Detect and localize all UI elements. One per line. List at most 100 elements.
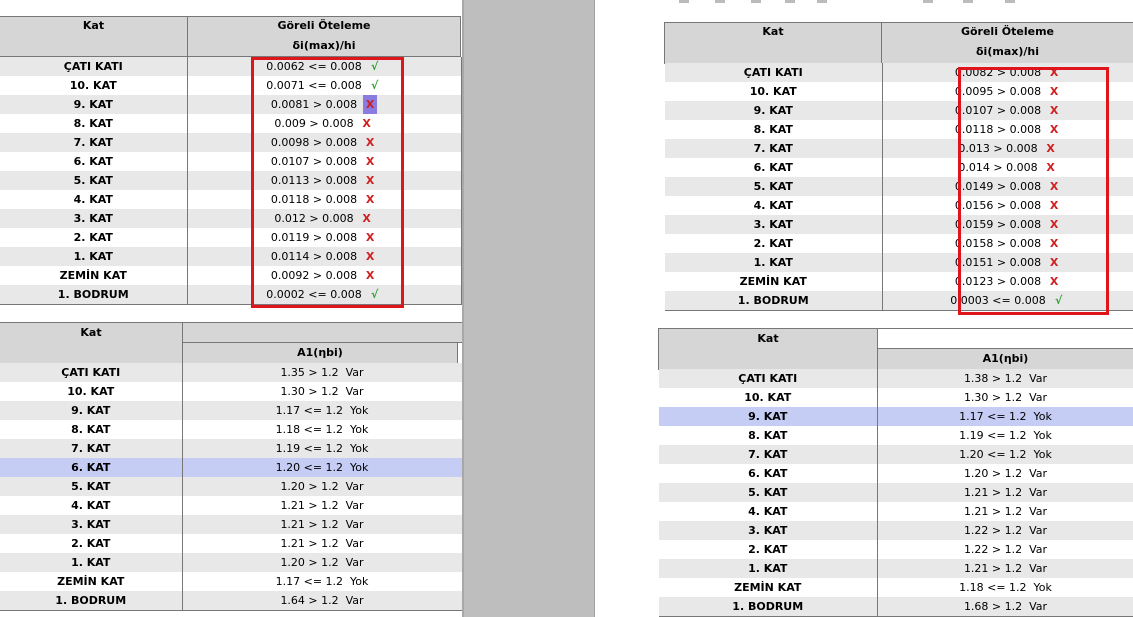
table-row[interactable]: 8. KAT 0.009 > 0.008 X bbox=[0, 114, 462, 133]
table-row[interactable]: 1. BODRUM 0.0002 <= 0.008 √ bbox=[0, 285, 462, 305]
table-row[interactable]: 1. KAT 1.21 > 1.2 Var bbox=[659, 559, 1133, 578]
table-row[interactable]: 5. KAT 0.0149 > 0.008 X bbox=[665, 177, 1133, 196]
table-row[interactable]: 3. KAT 1.21 > 1.2 Var bbox=[0, 515, 462, 534]
table-row[interactable]: ÇATI KATI 1.38 > 1.2 Var bbox=[659, 369, 1133, 388]
table-row[interactable]: 8. KAT 1.19 <= 1.2 Yok bbox=[659, 426, 1133, 445]
table-row[interactable]: 6. KAT 0.0107 > 0.008 X bbox=[0, 152, 462, 171]
a1-value: 1.64 > 1.2 Var bbox=[181, 591, 462, 611]
table-row[interactable]: ZEMİN KAT 1.17 <= 1.2 Yok bbox=[0, 572, 462, 591]
cross-icon: X bbox=[365, 174, 375, 187]
drift-value-cell: 0.0107 > 0.008 X bbox=[881, 101, 1133, 120]
floor-label: 6. KAT bbox=[753, 161, 793, 174]
table-row[interactable]: ÇATI KATI 0.0082 > 0.008 X bbox=[665, 63, 1133, 82]
table-row[interactable]: 5. KAT 0.0113 > 0.008 X bbox=[0, 171, 462, 190]
drift-value: 0.0114 > 0.008 bbox=[270, 250, 358, 263]
table-row[interactable]: 3. KAT 0.012 > 0.008 X bbox=[0, 209, 462, 228]
table-row[interactable]: 8. KAT 1.18 <= 1.2 Yok bbox=[0, 420, 462, 439]
drift-value-cell: 0.013 > 0.008 X bbox=[881, 139, 1133, 158]
table-row[interactable]: ZEMİN KAT 0.0092 > 0.008 X bbox=[0, 266, 462, 285]
table-row[interactable]: 4. KAT 0.0118 > 0.008 X bbox=[0, 190, 462, 209]
drift-value: 0.009 > 0.008 bbox=[274, 117, 354, 130]
table-row[interactable]: 10. KAT 1.30 > 1.2 Var bbox=[659, 388, 1133, 407]
table-row[interactable]: 5. KAT 1.20 > 1.2 Var bbox=[0, 477, 462, 496]
cross-icon: X bbox=[365, 231, 375, 244]
table-row[interactable]: ÇATI KATI 0.0062 <= 0.008 √ bbox=[0, 57, 462, 76]
table-row[interactable]: 1. BODRUM 1.68 > 1.2 Var bbox=[659, 597, 1133, 617]
drift-title-header: Göreli Öteleme δi(max)/hi bbox=[187, 16, 461, 57]
table-row[interactable]: 10. KAT 0.0071 <= 0.008 √ bbox=[0, 76, 462, 95]
a1-value: 1.20 <= 1.2 Yok bbox=[181, 458, 462, 477]
table-row[interactable]: 6. KAT 0.014 > 0.008 X bbox=[665, 158, 1133, 177]
table-row[interactable]: 3. KAT 1.22 > 1.2 Var bbox=[659, 521, 1133, 540]
table-row[interactable]: 6. KAT 1.20 <= 1.2 Yok bbox=[0, 458, 462, 477]
table-row[interactable]: 3. KAT 0.0159 > 0.008 X bbox=[665, 215, 1133, 234]
table-row[interactable]: 4. KAT 1.21 > 1.2 Var bbox=[0, 496, 462, 515]
table-row[interactable]: 9. KAT 0.0107 > 0.008 X bbox=[665, 101, 1133, 120]
table-row[interactable]: 2. KAT 1.22 > 1.2 Var bbox=[659, 540, 1133, 559]
a1-table: ÇATI KATI 1.38 > 1.2 Var 10. KAT 1.30 > 1.2… bbox=[659, 369, 1133, 617]
table-row[interactable]: 1. KAT 0.0151 > 0.008 X bbox=[665, 253, 1133, 272]
table-row[interactable]: 5. KAT 1.21 > 1.2 Var bbox=[659, 483, 1133, 502]
floor-label: ZEMİN KAT bbox=[739, 275, 807, 288]
floor-label: 4. KAT bbox=[753, 199, 793, 212]
floor-label: 10. KAT bbox=[69, 79, 117, 92]
right-report-pane[interactable]: Kat Göreli Öteleme δi(max)/hi ÇATI KATI 0… bbox=[594, 0, 1133, 617]
table-row[interactable]: 2. KAT 1.21 > 1.2 Var bbox=[0, 534, 462, 553]
drift-value-cell: 0.0095 > 0.008 X bbox=[881, 82, 1133, 101]
table-row[interactable]: ZEMİN KAT 0.0123 > 0.008 X bbox=[665, 272, 1133, 291]
floor-label: 6. KAT bbox=[73, 155, 113, 168]
floor-label: 1. BODRUM bbox=[665, 291, 882, 311]
table-row[interactable]: 4. KAT 1.21 > 1.2 Var bbox=[659, 502, 1133, 521]
drift-value: 0.0107 > 0.008 bbox=[270, 155, 358, 168]
drift-value: 0.0092 > 0.008 bbox=[270, 269, 358, 282]
table-row[interactable]: 10. KAT 0.0095 > 0.008 X bbox=[665, 82, 1133, 101]
a1-value: 1.21 > 1.2 Var bbox=[181, 515, 462, 534]
table-row[interactable]: 2. KAT 0.0119 > 0.008 X bbox=[0, 228, 462, 247]
drift-value: 0.013 > 0.008 bbox=[958, 142, 1038, 155]
floor-label: 1. KAT bbox=[659, 559, 877, 578]
drift-value: 0.014 > 0.008 bbox=[958, 161, 1038, 174]
cross-icon: X bbox=[1049, 85, 1059, 98]
a1-value: 1.17 <= 1.2 Yok bbox=[181, 572, 462, 591]
floor-label: 8. KAT bbox=[71, 423, 111, 436]
a1-value: 1.19 <= 1.2 Yok bbox=[876, 426, 1133, 445]
table-row[interactable]: 1. BODRUM 0.0003 <= 0.008 √ bbox=[665, 291, 1133, 311]
table-row[interactable]: ZEMİN KAT 1.18 <= 1.2 Yok bbox=[659, 578, 1133, 597]
table-row[interactable]: 1. KAT 1.20 > 1.2 Var bbox=[0, 553, 462, 572]
floor-label: 4. KAT bbox=[71, 499, 111, 512]
drift-value-cell: 0.0123 > 0.008 X bbox=[881, 272, 1133, 291]
drift-value-cell: 0.0081 > 0.008 X bbox=[186, 95, 462, 114]
check-icon: √ bbox=[371, 60, 379, 73]
table-row[interactable]: 9. KAT 1.17 <= 1.2 Yok bbox=[0, 401, 462, 420]
cross-icon: X bbox=[363, 95, 378, 114]
table-row[interactable]: 6. KAT 1.20 > 1.2 Var bbox=[659, 464, 1133, 483]
drift-kat-header: Kat bbox=[664, 22, 882, 64]
left-report-pane[interactable]: Kat Göreli Öteleme δi(max)/hi ÇATI KATI 0… bbox=[0, 0, 462, 617]
floor-label: 2. KAT bbox=[753, 237, 793, 250]
table-row[interactable]: ÇATI KATI 1.35 > 1.2 Var bbox=[0, 363, 462, 382]
cross-icon: X bbox=[362, 117, 371, 130]
table-row[interactable]: 1. KAT 0.0114 > 0.008 X bbox=[0, 247, 462, 266]
check-icon: √ bbox=[371, 79, 379, 92]
table-row[interactable]: 10. KAT 1.30 > 1.2 Var bbox=[0, 382, 462, 401]
drift-value: 0.012 > 0.008 bbox=[274, 212, 354, 225]
a1-group-header bbox=[182, 322, 462, 343]
table-row[interactable]: 7. KAT 0.0098 > 0.008 X bbox=[0, 133, 462, 152]
table-row[interactable]: 8. KAT 0.0118 > 0.008 X bbox=[665, 120, 1133, 139]
table-row[interactable]: 7. KAT 1.19 <= 1.2 Yok bbox=[0, 439, 462, 458]
table-row[interactable]: 9. KAT 1.17 <= 1.2 Yok bbox=[659, 407, 1133, 426]
table-row[interactable]: 4. KAT 0.0156 > 0.008 X bbox=[665, 196, 1133, 215]
table-row[interactable]: 7. KAT 0.013 > 0.008 X bbox=[665, 139, 1133, 158]
cross-icon: X bbox=[1049, 218, 1059, 231]
drift-value: 0.0113 > 0.008 bbox=[270, 174, 358, 187]
table-row[interactable]: 1. BODRUM 1.64 > 1.2 Var bbox=[0, 591, 462, 611]
cross-icon: X bbox=[1046, 161, 1055, 174]
drift-value: 0.0095 > 0.008 bbox=[954, 85, 1042, 98]
pane-splitter[interactable] bbox=[462, 0, 594, 617]
table-row[interactable]: 7. KAT 1.20 <= 1.2 Yok bbox=[659, 445, 1133, 464]
table-row[interactable]: 2. KAT 0.0158 > 0.008 X bbox=[665, 234, 1133, 253]
drift-value-cell: 0.0156 > 0.008 X bbox=[881, 196, 1133, 215]
table-row[interactable]: 9. KAT 0.0081 > 0.008 X bbox=[0, 95, 462, 114]
drift-value-cell: 0.014 > 0.008 X bbox=[881, 158, 1133, 177]
drift-value-cell: 0.0082 > 0.008 X bbox=[881, 63, 1133, 82]
